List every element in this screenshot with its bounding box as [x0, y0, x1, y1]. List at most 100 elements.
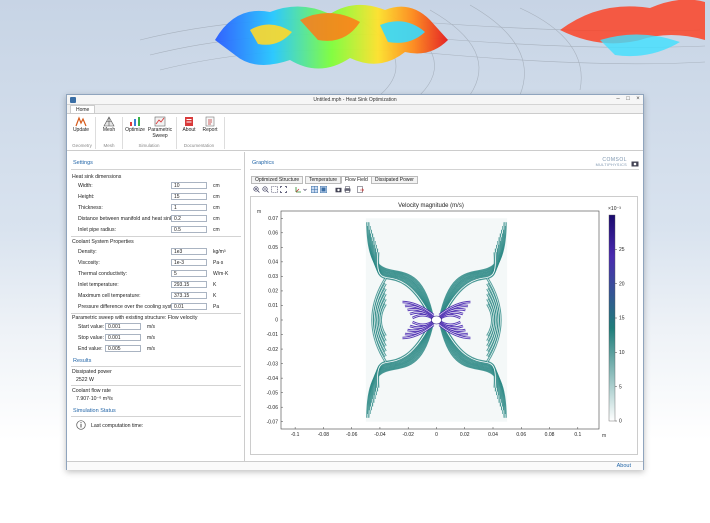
viscosity-unit: Pa·s	[213, 260, 224, 266]
mesh-button[interactable]: Mesh	[98, 116, 120, 142]
y-tick-label: -0.03	[267, 361, 279, 367]
thickness-field[interactable]	[171, 204, 207, 211]
width-label: Width:	[78, 183, 93, 189]
sweep-group-title: Parametric sweep with existing structure…	[72, 315, 198, 321]
zoom-extents-icon[interactable]	[280, 186, 287, 193]
x-tick-label: -0.04	[374, 432, 386, 438]
update-icon	[75, 116, 87, 127]
start-value-unit: m/s	[147, 324, 156, 330]
x-tick-label: -0.1	[291, 432, 300, 438]
velocity-chart: Velocity magnitude (m/s) m m -0.1 -0.08 -0…	[257, 203, 625, 439]
start-value-field[interactable]	[105, 323, 141, 330]
distance-field[interactable]	[171, 215, 207, 222]
max-temperature-field[interactable]	[171, 292, 207, 299]
app-window: Untitled.mph - Heat Sink Optimization – …	[66, 94, 644, 470]
conductivity-label: Thermal conductivity:	[78, 271, 128, 277]
minimize-icon[interactable]: –	[613, 95, 623, 104]
zoom-out-icon[interactable]	[262, 186, 269, 193]
inlet-temperature-field[interactable]	[171, 281, 207, 288]
colorbar-tick-label: 25	[619, 247, 625, 253]
coolant-flow-label: Coolant flow rate	[72, 388, 111, 394]
camera-icon[interactable]	[335, 186, 342, 193]
y-tick-label: -0.01	[267, 332, 279, 338]
x-axis-unit: m	[602, 433, 606, 439]
settings-panel: Settings Heat sink dimensions Width: cm …	[67, 152, 245, 461]
print-icon[interactable]	[344, 186, 351, 193]
axis-orientation-icon[interactable]	[295, 186, 302, 193]
graphics-panel: Graphics COMSOL MULTIPHYSICS Optimized S…	[246, 152, 643, 461]
update-button[interactable]: Update	[70, 116, 92, 142]
colorbar-tick-label: 5	[619, 384, 622, 390]
tab-optimized-structure[interactable]: Optimized Structure	[251, 176, 304, 184]
about-button[interactable]: About	[178, 116, 200, 142]
simulation-group-label: Simulation	[138, 143, 160, 148]
logo-text-2: MULTIPHYSICS	[595, 163, 627, 167]
inlet-radius-label: Inlet pipe radius:	[78, 227, 117, 233]
y-tick-label: -0.02	[267, 347, 279, 353]
pressure-field[interactable]	[171, 303, 207, 310]
heat-sink-group-title: Heat sink dimensions	[72, 174, 122, 180]
y-tick-label: 0.07	[268, 216, 278, 222]
height-field[interactable]	[171, 193, 207, 200]
chevron-down-icon[interactable]	[303, 186, 307, 193]
y-tick-label: 0.01	[268, 303, 278, 309]
layout-toggle-icon[interactable]	[320, 186, 327, 193]
conductivity-field[interactable]	[171, 270, 207, 277]
report-icon	[205, 116, 215, 127]
thickness-label: Thickness:	[78, 205, 103, 211]
end-value-field[interactable]	[105, 345, 141, 352]
density-unit: kg/m³	[213, 249, 226, 255]
stop-value-unit: m/s	[147, 335, 156, 341]
flow-field-plot[interactable]: Velocity magnitude (m/s) m m -0.1 -0.08 -0…	[250, 196, 638, 455]
inlet-radius-field[interactable]	[171, 226, 207, 233]
colorbar-exponent: ×10⁻³	[608, 206, 621, 212]
hero-surface-render	[139, 0, 706, 96]
x-tick-label: -0.06	[346, 432, 358, 438]
y-tick-label: -0.05	[267, 390, 279, 396]
zoom-in-icon[interactable]	[253, 186, 260, 193]
density-label: Density:	[78, 249, 97, 255]
y-tick-label: 0	[275, 318, 278, 324]
thickness-unit: cm	[213, 205, 220, 211]
maximize-icon[interactable]: □	[623, 95, 633, 104]
mesh-group-label: Mesh	[103, 143, 115, 148]
about-link[interactable]: About	[617, 463, 631, 469]
ribbon-tabs: Home	[67, 105, 643, 114]
y-tick-label: -0.04	[267, 376, 279, 382]
pressure-unit: Pa	[213, 304, 220, 310]
close-icon[interactable]: ×	[633, 95, 643, 104]
x-tick-label: 0.02	[460, 432, 470, 438]
tab-dissipated-power[interactable]: Dissipated Power	[371, 176, 418, 184]
x-tick-label: 0.08	[545, 432, 555, 438]
viscosity-label: Viscosity:	[78, 260, 100, 266]
parametric-sweep-icon	[154, 116, 166, 127]
zoom-box-icon[interactable]	[271, 186, 278, 193]
x-tick-label: -0.08	[318, 432, 330, 438]
colorbar-tick-label: 15	[619, 316, 625, 322]
graphics-toolbar	[251, 185, 638, 195]
parametric-sweep-button[interactable]: Parametric Sweep	[147, 116, 173, 142]
viscosity-field[interactable]	[171, 259, 207, 266]
tab-flow-field[interactable]: Flow Field	[341, 176, 372, 184]
dissipated-power-label: Dissipated power	[72, 369, 112, 375]
stop-value-field[interactable]	[105, 334, 141, 341]
report-button[interactable]: Report	[199, 116, 221, 142]
optimize-button[interactable]: Optimize	[124, 116, 146, 142]
stop-value-label: Stop value:	[78, 335, 104, 341]
tab-temperature[interactable]: Temperature	[305, 176, 342, 184]
distance-label: Distance between manifold and heat sink:	[78, 216, 175, 222]
width-field[interactable]	[171, 182, 207, 189]
inlet-temperature-label: Inlet temperature:	[78, 282, 119, 288]
colorbar-tick-label: 0	[619, 419, 622, 425]
dissipated-power-value: 2522 W	[76, 377, 94, 383]
coolant-group-title: Coolant System Properties	[72, 239, 134, 245]
y-tick-label: 0.06	[268, 231, 278, 237]
density-field[interactable]	[171, 248, 207, 255]
x-tick-label: 0.06	[516, 432, 526, 438]
camera-icon[interactable]	[631, 160, 639, 167]
export-image-icon[interactable]	[357, 186, 364, 193]
y-tick-label: 0.02	[268, 289, 278, 295]
distance-unit: cm	[213, 216, 220, 222]
x-tick-label: -0.02	[402, 432, 414, 438]
grid-toggle-icon[interactable]	[311, 186, 318, 193]
